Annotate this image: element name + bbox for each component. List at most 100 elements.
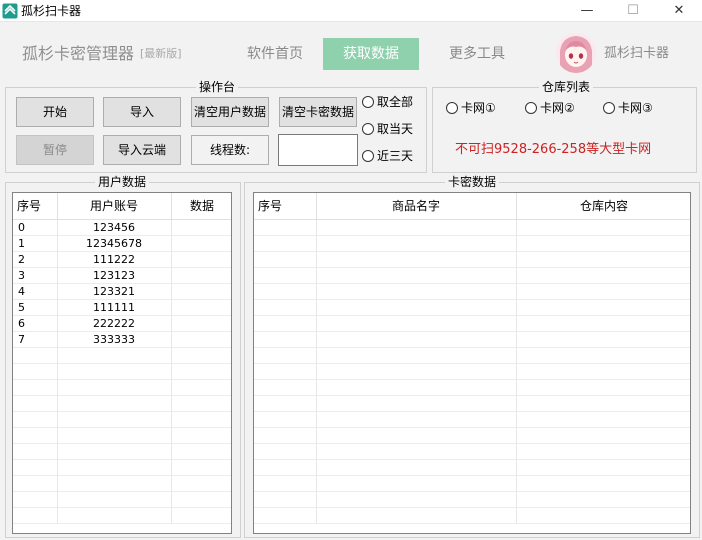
window-title: 孤杉扫卡器 — [21, 4, 82, 18]
column-header-account[interactable]: 用户账号 — [57, 193, 172, 220]
table-cell — [171, 379, 231, 396]
radio-last-three-days[interactable]: 近三天 — [362, 148, 413, 164]
close-button[interactable]: ✕ — [656, 0, 702, 22]
table-row[interactable] — [254, 283, 690, 300]
table-cell — [516, 315, 690, 332]
table-row[interactable] — [254, 459, 690, 476]
operations-panel-title: 操作台 — [196, 80, 239, 94]
table-row[interactable] — [254, 379, 690, 396]
table-row[interactable]: 6 222222 — [13, 315, 231, 332]
clear-card-data-button[interactable]: 清空卡密数据 — [279, 97, 357, 127]
table-row[interactable]: 2 111222 — [13, 251, 231, 268]
tab-more-tools[interactable]: 更多工具 — [432, 38, 522, 70]
table-row[interactable] — [254, 251, 690, 268]
table-row[interactable] — [254, 427, 690, 444]
import-cloud-button[interactable]: 导入云端 — [103, 135, 181, 165]
table-row[interactable]: 7 333333 — [13, 331, 231, 348]
table-row[interactable]: 0 123456 — [13, 219, 231, 236]
pause-button[interactable]: 暂停 — [16, 135, 94, 165]
table-row[interactable] — [254, 507, 690, 524]
table-row[interactable] — [254, 315, 690, 332]
table-row[interactable] — [13, 363, 231, 380]
radio-fetch-today[interactable]: 取当天 — [362, 121, 413, 137]
table-cell — [254, 331, 317, 348]
avatar[interactable] — [556, 33, 596, 73]
table-row[interactable]: 4 123321 — [13, 283, 231, 300]
table-cell — [57, 379, 172, 396]
table-row[interactable] — [13, 395, 231, 412]
table-cell: 123456 — [57, 219, 172, 236]
table-row[interactable] — [254, 347, 690, 364]
table-row[interactable] — [13, 491, 231, 508]
table-row[interactable]: 1 12345678 — [13, 235, 231, 252]
table-row[interactable] — [254, 443, 690, 460]
column-header-product-name[interactable]: 商品名字 — [316, 193, 517, 220]
table-row[interactable] — [254, 331, 690, 348]
table-row[interactable] — [254, 235, 690, 252]
table-cell — [57, 459, 172, 476]
minimize-button[interactable]: — — [564, 0, 610, 22]
table-cell — [516, 507, 690, 524]
table-cell — [316, 507, 517, 524]
radio-card-site-2[interactable]: 卡网② — [525, 100, 575, 116]
table-cell — [171, 427, 231, 444]
card-data-panel-title: 卡密数据 — [445, 175, 500, 189]
radio-fetch-all[interactable]: 取全部 — [362, 94, 413, 110]
table-row[interactable] — [13, 459, 231, 476]
tab-home[interactable]: 软件首页 — [230, 38, 320, 70]
table-cell — [254, 219, 317, 236]
table-row[interactable] — [13, 443, 231, 460]
table-cell — [171, 459, 231, 476]
table-row[interactable] — [254, 267, 690, 284]
table-row[interactable] — [13, 411, 231, 428]
table-row[interactable]: 5 111111 — [13, 299, 231, 316]
table-row[interactable] — [254, 395, 690, 412]
table-cell — [254, 491, 317, 508]
table-row[interactable] — [13, 427, 231, 444]
table-cell — [171, 299, 231, 316]
table-row[interactable] — [254, 411, 690, 428]
table-cell — [171, 219, 231, 236]
table-row[interactable] — [254, 475, 690, 492]
import-button[interactable]: 导入 — [103, 97, 181, 127]
column-header-repo-content[interactable]: 仓库内容 — [516, 193, 690, 220]
clear-user-data-button[interactable]: 清空用户数据 — [191, 97, 269, 127]
column-header-index[interactable]: 序号 — [254, 193, 317, 220]
maximize-button[interactable]: ☐ — [610, 0, 656, 22]
table-cell: 222222 — [57, 315, 172, 332]
table-row[interactable] — [254, 299, 690, 316]
table-row[interactable] — [13, 347, 231, 364]
table-cell — [171, 267, 231, 284]
table-cell — [316, 347, 517, 364]
table-cell — [516, 219, 690, 236]
radio-label: 卡网② — [540, 101, 575, 115]
table-header-row: 序号 商品名字 仓库内容 — [254, 193, 690, 220]
column-header-data[interactable]: 数据 — [171, 193, 231, 220]
radio-label: 近三天 — [377, 149, 414, 163]
table-cell: 5 — [13, 299, 58, 316]
table-row[interactable] — [13, 475, 231, 492]
table-cell — [57, 347, 172, 364]
table-row[interactable] — [254, 491, 690, 508]
user-data-table[interactable]: 序号 用户账号 数据 0 123456 1 12345678 2 111222 3 12312… — [12, 192, 232, 534]
table-cell — [316, 315, 517, 332]
tab-fetch-data[interactable]: 获取数据 — [323, 38, 419, 70]
radio-card-site-3[interactable]: 卡网③ — [603, 100, 653, 116]
table-row[interactable] — [13, 379, 231, 396]
start-button[interactable]: 开始 — [16, 97, 94, 127]
table-row[interactable] — [254, 363, 690, 380]
card-data-table[interactable]: 序号 商品名字 仓库内容 — [253, 192, 691, 534]
table-cell — [316, 459, 517, 476]
table-cell — [516, 379, 690, 396]
radio-card-site-1[interactable]: 卡网① — [446, 100, 496, 116]
table-cell — [13, 347, 58, 364]
table-row[interactable] — [13, 507, 231, 524]
table-cell — [516, 235, 690, 252]
table-row[interactable]: 3 123123 — [13, 267, 231, 284]
column-header-index[interactable]: 序号 — [13, 193, 58, 220]
threads-input[interactable] — [278, 134, 358, 166]
table-cell — [316, 427, 517, 444]
table-row[interactable] — [254, 219, 690, 236]
table-cell — [254, 267, 317, 284]
table-cell — [516, 267, 690, 284]
